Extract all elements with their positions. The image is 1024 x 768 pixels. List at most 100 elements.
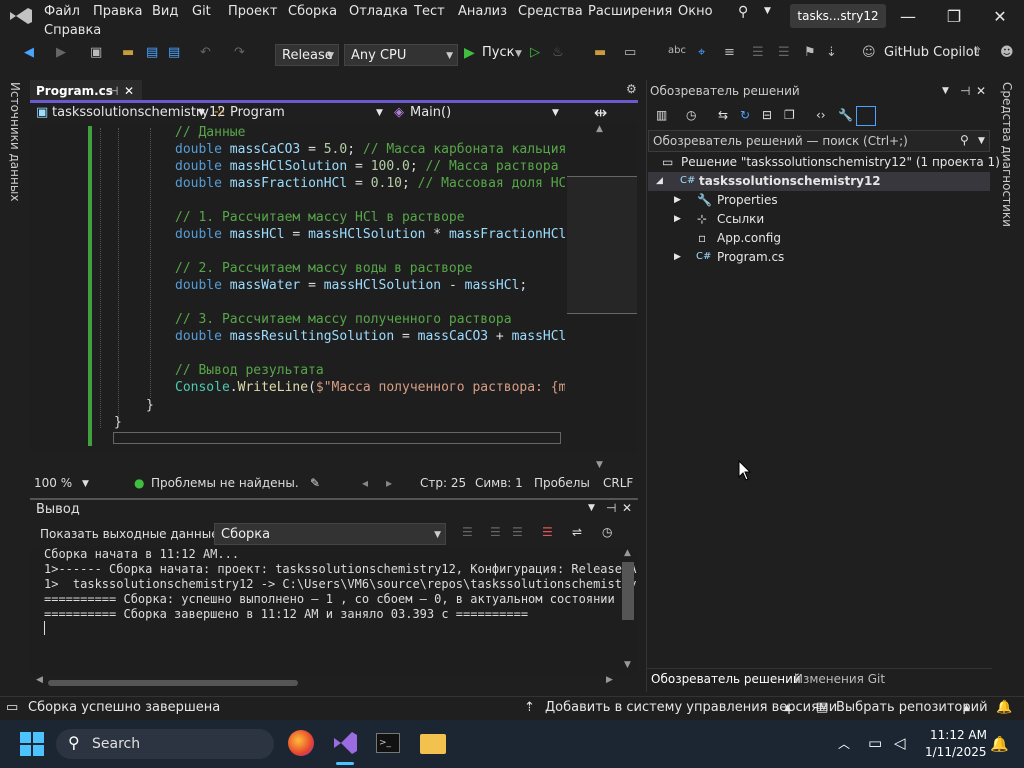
history-icon[interactable]: ◷	[686, 108, 696, 122]
chevron-up-icon[interactable]: ▲	[784, 703, 791, 713]
code-view-icon[interactable]: ‹›	[816, 108, 826, 122]
chevron-up-icon[interactable]: ︿	[838, 735, 850, 752]
settings-icon[interactable]: ⚙	[626, 82, 637, 96]
next-message-icon[interactable]: ☰	[512, 525, 523, 539]
collapse-all-icon[interactable]: ⊟	[762, 108, 772, 122]
solution-name-badge[interactable]: tasks...stry12	[790, 4, 886, 28]
open-folder-icon[interactable]: ▬	[122, 45, 134, 65]
start-button[interactable]: Пуск	[482, 45, 514, 65]
tree-item-program-cs[interactable]: Program.cs	[717, 248, 784, 266]
tab-git-changes[interactable]: Изменения Git	[794, 672, 885, 686]
feedback-icon[interactable]: ☻	[1000, 45, 1014, 65]
align-icon[interactable]: ≡	[724, 45, 735, 65]
properties-icon[interactable]: 🔧	[838, 108, 853, 122]
diagnostic-tools-side-tab[interactable]: Средства диагностики	[1000, 82, 1014, 227]
search-icon[interactable]: ⚲	[960, 133, 969, 147]
nav-method-dropdown[interactable]: Main()	[410, 104, 451, 122]
share-icon[interactable]: ⇪	[972, 45, 983, 65]
redo-icon[interactable]: ↷	[234, 45, 245, 65]
github-copilot-button[interactable]: GitHub Copilot	[884, 45, 979, 65]
uncomment-icon[interactable]: ☰	[778, 45, 790, 65]
terminal-icon[interactable]: >_	[376, 733, 400, 753]
chevron-down-icon[interactable]: ▼	[552, 104, 559, 122]
preview-selected-icon[interactable]	[856, 106, 876, 126]
notification-bell-icon[interactable]: 🔔	[996, 700, 1012, 715]
sync-icon[interactable]: ⇆	[718, 108, 728, 122]
close-icon[interactable]: ✕	[976, 84, 986, 98]
save-icon[interactable]: ▤	[146, 45, 158, 65]
nav-class-dropdown[interactable]: Program	[230, 104, 285, 122]
chevron-down-icon[interactable]: ◢	[656, 172, 663, 190]
save-all-icon[interactable]: ▤	[168, 45, 180, 65]
chevron-up-icon[interactable]: ▲	[963, 703, 970, 713]
layout-icon[interactable]: ▭	[624, 45, 636, 65]
menu-debug[interactable]: Отладка	[349, 4, 408, 19]
refresh-icon[interactable]: ↻	[740, 108, 750, 122]
visual-studio-taskbar-icon[interactable]	[332, 730, 358, 756]
pin-icon[interactable]: ⊣	[108, 80, 118, 102]
whitespace-mode[interactable]: Пробелы	[534, 476, 590, 490]
taskbar-search[interactable]: Search	[56, 729, 274, 759]
line-ending[interactable]: CRLF	[603, 476, 633, 490]
comment-icon[interactable]: ☰	[752, 45, 764, 65]
file-explorer-icon[interactable]	[420, 734, 446, 754]
menu-help[interactable]: Справка	[44, 23, 101, 38]
close-icon[interactable]: ✕	[124, 80, 134, 102]
menu-build[interactable]: Сборка	[288, 4, 337, 19]
show-all-files-icon[interactable]: ❐	[784, 108, 795, 122]
column-number[interactable]: Симв: 1	[475, 476, 523, 490]
tree-item-properties[interactable]: Properties	[717, 191, 778, 209]
prev-message-icon[interactable]: ☰	[490, 525, 501, 539]
issues-status[interactable]: Проблемы не найдены.	[151, 476, 299, 490]
close-window-button[interactable]: ✕	[980, 6, 1020, 28]
tab-program-cs[interactable]: Program.cs ⊣ ✕	[30, 80, 142, 102]
undo-icon[interactable]: ↶	[200, 45, 211, 65]
chevron-right-icon[interactable]: ▶	[674, 191, 681, 209]
chevron-down-icon[interactable]: ▼	[515, 49, 522, 69]
zoom-level[interactable]: 100 %	[34, 476, 72, 490]
chevron-down-icon[interactable]: ▼	[82, 479, 89, 489]
tree-item-references[interactable]: Ссылки	[717, 210, 764, 228]
minimap-viewport[interactable]	[567, 176, 637, 314]
tree-solution[interactable]: Решение "taskssolutionschemistry12" (1 п…	[681, 153, 1000, 171]
minimize-button[interactable]: —	[888, 6, 928, 28]
tab-solution-explorer[interactable]: Обозреватель решений	[651, 672, 801, 686]
bookmark-icon[interactable]: ⚑	[804, 45, 816, 65]
taskbar-date[interactable]: 1/11/2025	[925, 745, 987, 759]
pin-icon[interactable]: ⊣	[606, 501, 616, 515]
menu-view[interactable]: Вид	[152, 4, 178, 19]
chevron-right-icon[interactable]: ▶	[674, 210, 681, 228]
back-icon[interactable]: ◀	[24, 45, 34, 65]
chevron-right-icon[interactable]: ▶	[674, 248, 681, 266]
notification-icon[interactable]: 🔔	[990, 735, 1009, 753]
code-cleanup-icon[interactable]: ✎	[310, 476, 320, 490]
new-item-icon[interactable]: ▣	[90, 45, 102, 65]
menu-test[interactable]: Тест	[414, 4, 445, 19]
search-icon[interactable]: ⚲	[738, 4, 748, 20]
chevron-down-icon[interactable]: ▼	[764, 6, 771, 16]
scroll-down-icon[interactable]: ▼	[596, 460, 603, 470]
maximize-button[interactable]: ❐	[934, 6, 974, 28]
menu-git[interactable]: Git	[192, 4, 211, 19]
scroll-left-icon[interactable]: ◀	[36, 675, 43, 685]
clock-icon[interactable]: ◷	[602, 525, 612, 539]
forward-icon[interactable]: ▶	[56, 45, 66, 65]
prev-issue-icon[interactable]: ◂	[362, 476, 368, 490]
menu-file[interactable]: Файл	[44, 4, 80, 19]
menu-edit[interactable]: Правка	[93, 4, 142, 19]
pin-icon[interactable]: ⊣	[960, 84, 970, 98]
chevron-down-icon[interactable]: ▼	[978, 136, 985, 146]
taskbar-time[interactable]: 11:12 AM	[930, 728, 987, 742]
configuration-select[interactable]: Release ▼	[275, 44, 339, 66]
scroll-down-icon[interactable]: ▼	[624, 660, 631, 670]
split-editor-icon[interactable]: ⇹	[594, 104, 607, 122]
folder-icon[interactable]: ▬	[594, 45, 606, 65]
scroll-up-icon[interactable]: ▲	[596, 124, 603, 134]
start-without-debug-icon[interactable]: ▷	[530, 45, 540, 65]
close-icon[interactable]: ✕	[622, 501, 632, 515]
clear-all-icon[interactable]: ☰	[542, 525, 553, 539]
debug-location-icon[interactable]: ⌖	[698, 45, 705, 65]
menu-tools[interactable]: Средства	[518, 4, 583, 19]
bookmark-nav-icon[interactable]: ⇣	[826, 45, 837, 65]
vertical-scrollbar-thumb[interactable]	[622, 562, 634, 620]
